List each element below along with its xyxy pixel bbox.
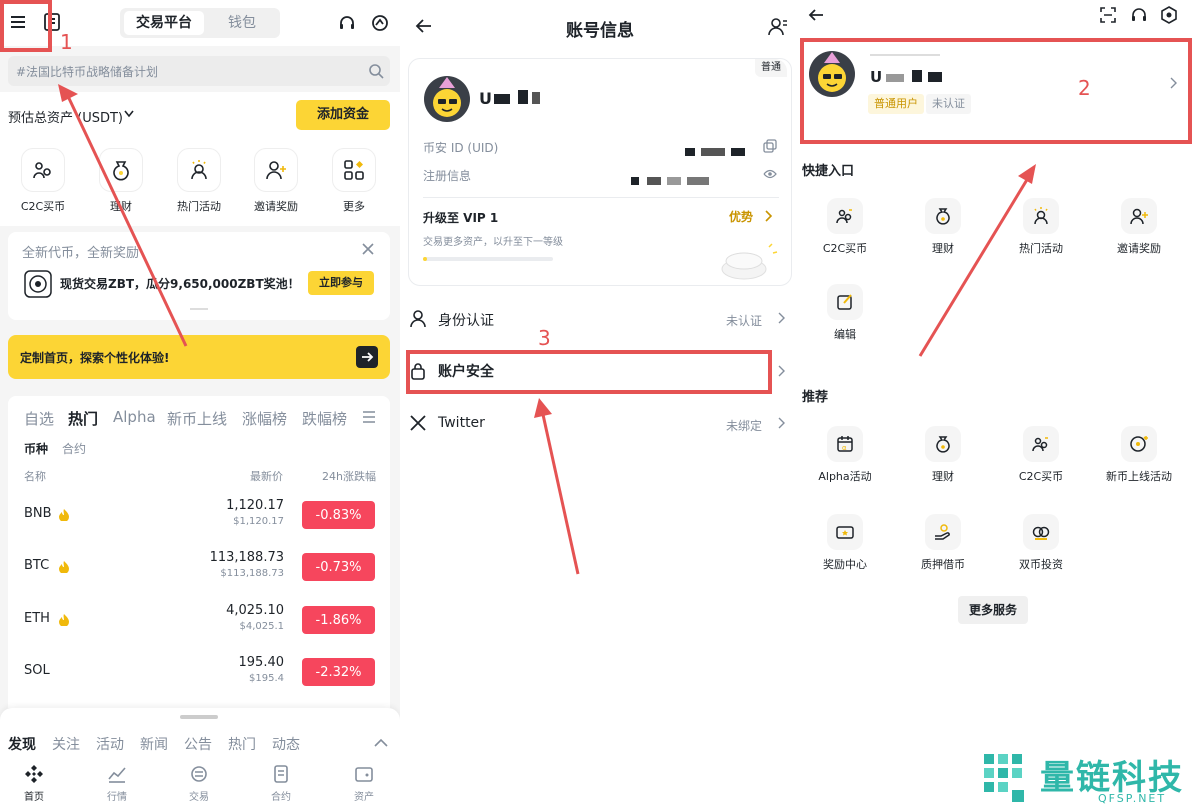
watermark-domain: QFSP.NET — [1098, 792, 1167, 805]
annotation-arrow-3 — [534, 398, 580, 575]
annotation-arrow-1 — [58, 84, 188, 347]
account-info-panel: 账号信息 普通 U 币安 ID (UID) 注册信息 升级至 VIP 1 优势 … — [400, 0, 800, 810]
profile-menu-panel: U 普通用户 未认证 2 快捷入口 C2C买币 理财 热门活动 邀请奖励 编辑 推荐 α… — [800, 0, 1200, 810]
home-panel: 交易平台 钱包 1 #法国比特币战略储备计划 预估总资产 (USDT) 添加资金… — [0, 0, 400, 810]
annotation-arrow-2 — [918, 164, 1036, 357]
watermark: 量链科技 QFSP.NET — [980, 746, 1200, 810]
watermark-logo-icon — [984, 754, 1024, 802]
